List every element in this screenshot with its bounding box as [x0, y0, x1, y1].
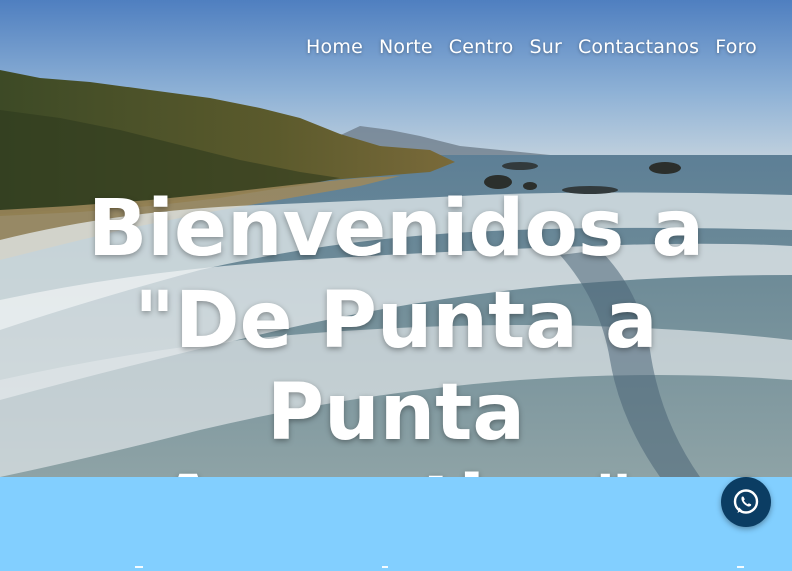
- whatsapp-icon: [733, 489, 759, 514]
- partial-text-line: [135, 566, 744, 568]
- content-section: [0, 477, 792, 571]
- nav-link-contactanos[interactable]: Contactanos: [578, 34, 699, 60]
- nav-link-centro[interactable]: Centro: [449, 34, 514, 60]
- hero-section: Home Norte Centro Sur Contactanos Foro B…: [0, 0, 792, 477]
- hero-title-line-3: Argentina": [0, 459, 792, 477]
- whatsapp-button[interactable]: [721, 477, 771, 527]
- nav-link-norte[interactable]: Norte: [379, 34, 433, 60]
- main-navigation: Home Norte Centro Sur Contactanos Foro: [306, 34, 757, 60]
- hero-title: Bienvenidos a "De Punta a Punta Argentin…: [0, 183, 792, 477]
- hero-title-line-2: "De Punta a Punta: [134, 276, 658, 458]
- nav-link-foro[interactable]: Foro: [715, 34, 757, 60]
- nav-link-sur[interactable]: Sur: [529, 34, 562, 60]
- hero-title-line-1: Bienvenidos a: [87, 184, 705, 274]
- nav-link-home[interactable]: Home: [306, 34, 363, 60]
